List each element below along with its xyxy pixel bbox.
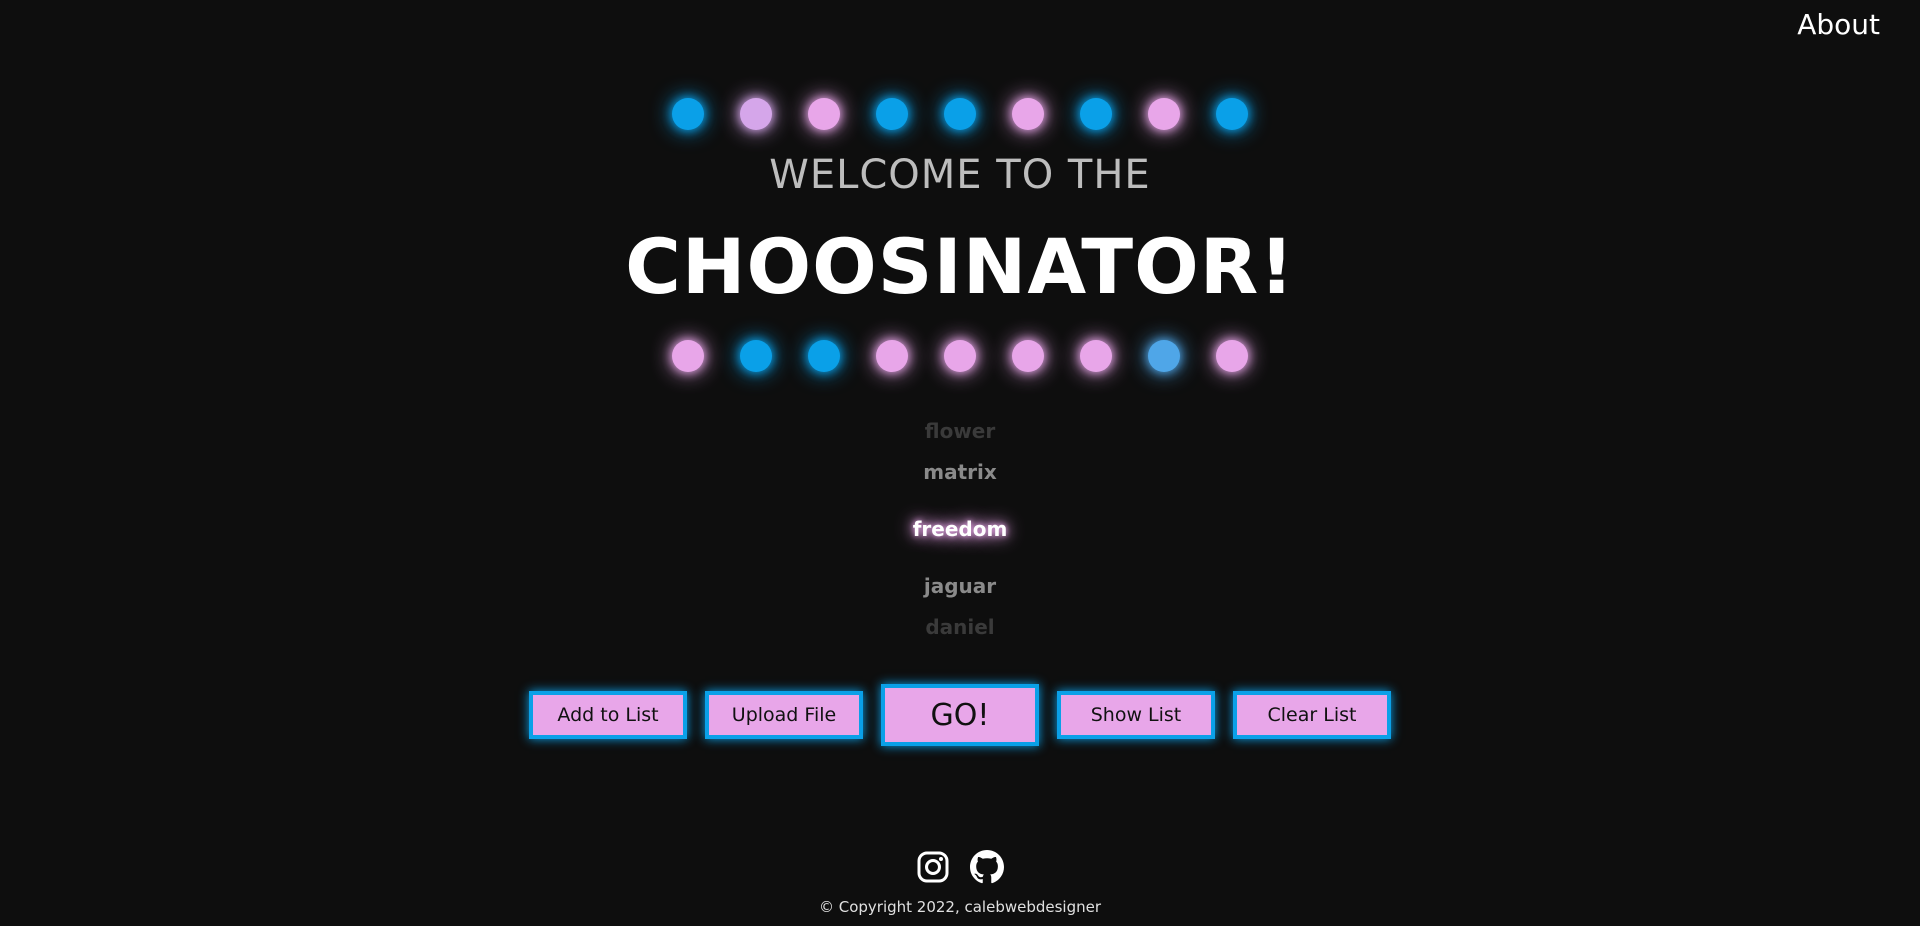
bottom-bulb-1 (672, 340, 704, 372)
top-lights-row (0, 98, 1920, 130)
wheel-item-far-bottom: daniel (925, 615, 995, 639)
go-button[interactable]: GO! (881, 684, 1039, 746)
bottom-bulb-6 (1012, 340, 1044, 372)
wheel-item-near-bottom: jaguar (923, 574, 997, 598)
top-bulb-2 (740, 98, 772, 130)
bottom-bulb-5 (944, 340, 976, 372)
copyright-text: © Copyright 2022, calebwebdesigner (818, 898, 1102, 916)
top-bulb-8 (1148, 98, 1180, 130)
bottom-bulb-9 (1216, 340, 1248, 372)
top-bulb-3 (808, 98, 840, 130)
bottom-lights-row (0, 340, 1920, 372)
top-bulb-4 (876, 98, 908, 130)
wheel-item-far-top: flower (924, 419, 996, 443)
upload-file-button[interactable]: Upload File (705, 691, 863, 739)
top-bulb-9 (1216, 98, 1248, 130)
top-bulb-5 (944, 98, 976, 130)
wheel-item-near-top: matrix (923, 460, 997, 484)
wheel-item-selected: freedom (912, 517, 1008, 541)
bottom-bulb-7 (1080, 340, 1112, 372)
top-bulb-1 (672, 98, 704, 130)
about-link[interactable]: About (1797, 8, 1880, 41)
bottom-bulb-2 (740, 340, 772, 372)
show-list-button[interactable]: Show List (1057, 691, 1215, 739)
bottom-bulb-8 (1148, 340, 1180, 372)
welcome-heading: WELCOME TO THE (769, 152, 1151, 198)
bottom-bulb-3 (808, 340, 840, 372)
instagram-icon[interactable] (916, 850, 950, 884)
add-to-list-button[interactable]: Add to List (529, 691, 687, 739)
clear-list-button[interactable]: Clear List (1233, 691, 1391, 739)
page: About WELCOME TO THE CHOOSINATOR! flower… (0, 0, 1920, 926)
github-icon[interactable] (970, 850, 1004, 884)
action-buttons: Add to List Upload File GO! Show List Cl… (0, 684, 1920, 746)
social-links (0, 850, 1920, 884)
bottom-bulb-4 (876, 340, 908, 372)
page-title: CHOOSINATOR! (625, 222, 1295, 311)
top-bulb-7 (1080, 98, 1112, 130)
top-bulb-6 (1012, 98, 1044, 130)
